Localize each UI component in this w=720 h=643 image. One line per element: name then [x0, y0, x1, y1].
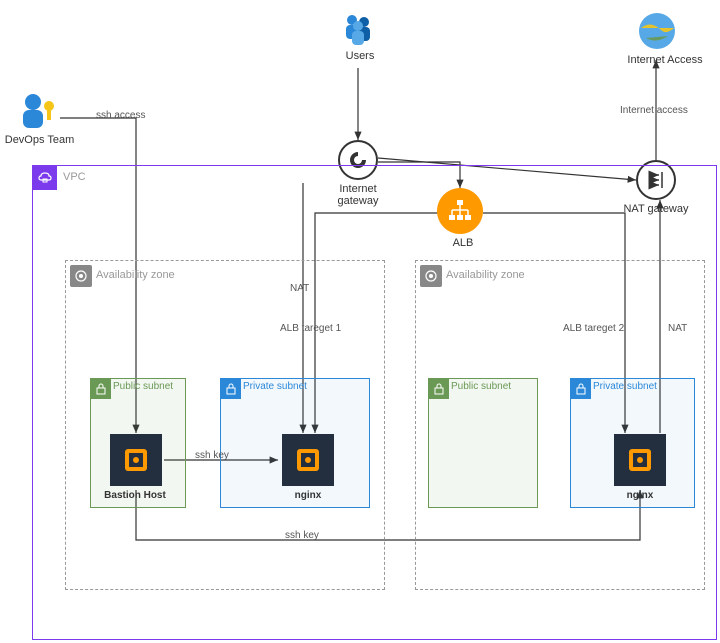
alb-target-1-label: ALB tareget 1	[280, 323, 341, 334]
lock-icon	[429, 379, 449, 399]
internet-access-edge-label: Internet access	[620, 105, 688, 116]
ssh-access-label: ssh access	[96, 110, 145, 121]
nginx-left-node	[282, 434, 334, 486]
ssh-key-1-label: ssh key	[195, 450, 229, 461]
users-icon	[338, 8, 378, 53]
vpc-icon	[33, 166, 57, 190]
public-subnet-right-label: Public subnet	[451, 381, 511, 392]
private-subnet-right-label: Private subnet	[593, 381, 657, 392]
users-label: Users	[340, 50, 380, 62]
bastion-host-node	[110, 434, 162, 486]
private-subnet-left-label: Private subnet	[243, 381, 307, 392]
ssh-key-2-label: ssh key	[285, 530, 319, 541]
az-left-label: Availability zone	[96, 269, 175, 281]
az-left-icon	[70, 265, 92, 287]
bastion-host-label: Bastion Host	[95, 490, 175, 501]
public-subnet-left-label: Public subnet	[113, 381, 173, 392]
vpc-label: VPC	[63, 171, 86, 183]
nginx-right-label: nginx	[600, 490, 680, 501]
alb-target-2-label: ALB tareget 2	[563, 323, 624, 334]
az-right-icon	[420, 265, 442, 287]
devops-icon	[15, 90, 59, 139]
az-right-label: Availability zone	[446, 269, 525, 281]
devops-label: DevOps Team	[2, 134, 77, 146]
nat-left-label: NAT	[290, 283, 309, 294]
public-subnet-right: Public subnet	[428, 378, 538, 508]
nginx-right-node	[614, 434, 666, 486]
nginx-left-label: nginx	[268, 490, 348, 501]
lock-icon	[221, 379, 241, 399]
internet-access-label: Internet Access	[620, 54, 710, 66]
lock-icon	[571, 379, 591, 399]
nat-right-label: NAT	[668, 323, 687, 334]
globe-icon	[636, 10, 678, 57]
lock-icon	[91, 379, 111, 399]
